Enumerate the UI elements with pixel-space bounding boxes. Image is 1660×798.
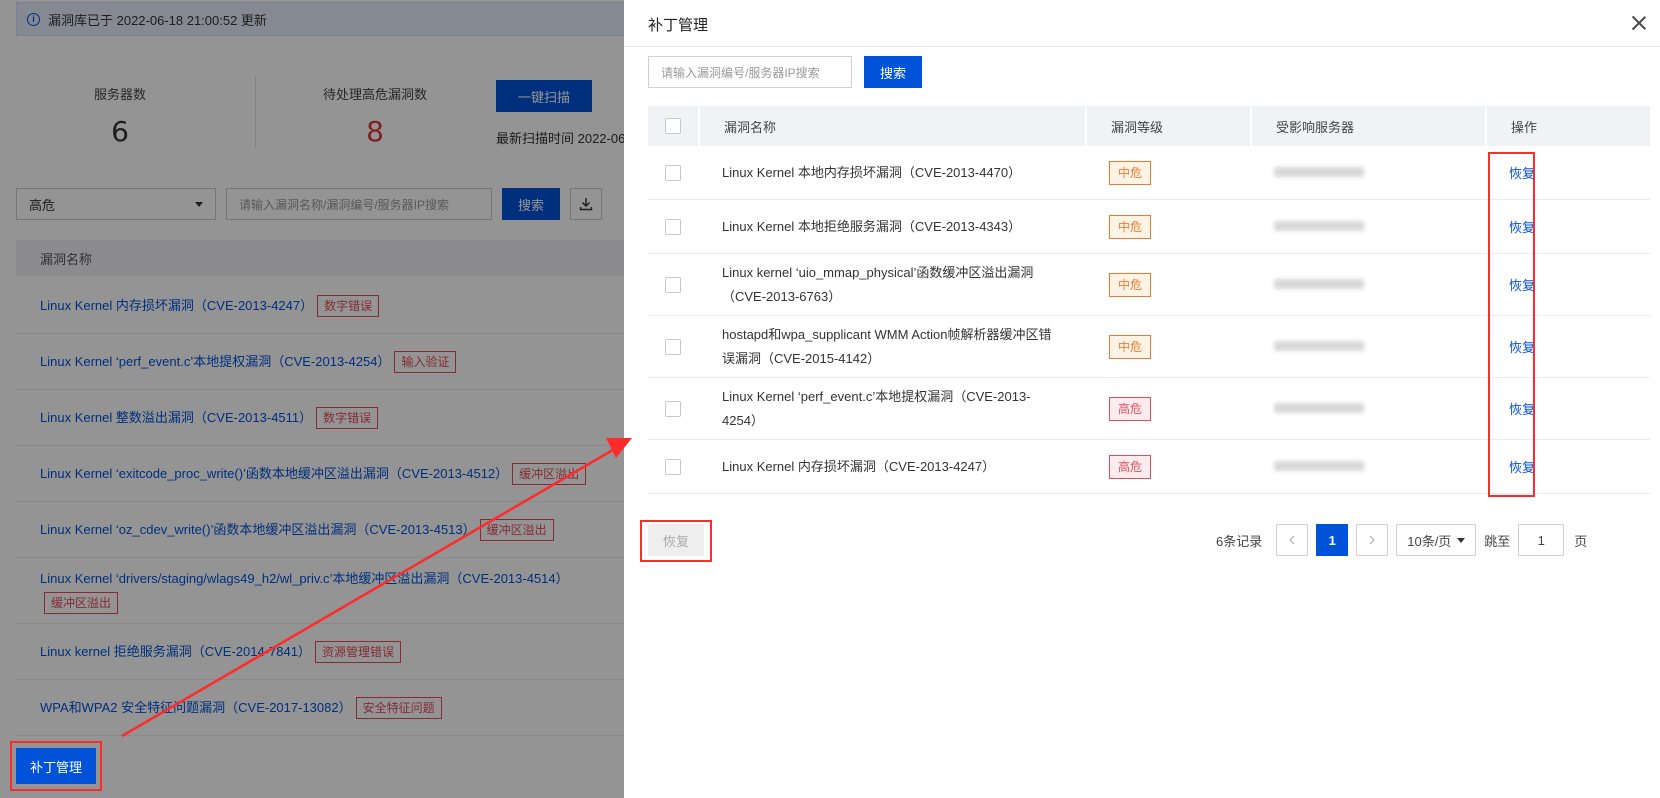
row-checkbox[interactable] (665, 400, 681, 417)
severity-badge: 中危 (1109, 272, 1152, 297)
patch-vuln-name: hostapd和wpa_supplicant WMM Action帧解析器缓冲区… (722, 326, 1052, 366)
divider (624, 46, 1660, 47)
modal-overlay[interactable] (0, 0, 624, 798)
row-checkbox[interactable] (665, 276, 681, 293)
patch-vuln-name: Linux Kernel ‘perf_event.c’本地提权漏洞（CVE-20… (722, 388, 1031, 428)
redacted-server-ip (1274, 341, 1364, 351)
patch-vuln-name: Linux Kernel 本地内存损坏漏洞（CVE-2013-4470） (722, 164, 1022, 180)
severity-badge: 中危 (1109, 334, 1152, 359)
page-size-value: 10条/页 (1407, 533, 1452, 549)
patch-table-header: 漏洞名称 漏洞等级 受影响服务器 操作 (648, 106, 1650, 146)
patch-vuln-name: Linux Kernel 内存损坏漏洞（CVE-2013-4247） (722, 458, 996, 474)
redacted-server-ip (1274, 403, 1364, 413)
redacted-server-ip (1274, 279, 1364, 289)
col-header-op: 操作 (1485, 106, 1650, 146)
col-header-server: 受影响服务器 (1250, 106, 1485, 146)
chevron-left-icon (1289, 535, 1295, 545)
drawer-title: 补丁管理 (648, 17, 709, 34)
chevron-down-icon (1457, 537, 1466, 543)
background-page: i 漏洞库已于 2022-06-18 21:00:52 更新 服务器数 6 待处… (0, 0, 624, 798)
redacted-server-ip (1274, 221, 1364, 231)
prev-page-button[interactable] (1276, 524, 1309, 556)
batch-restore-button[interactable]: 恢复 (648, 524, 704, 556)
severity-badge: 高危 (1109, 454, 1152, 479)
select-all-checkbox[interactable] (665, 118, 681, 134)
redacted-server-ip (1274, 167, 1364, 177)
patch-search-button[interactable]: 搜索 (864, 56, 922, 88)
close-icon[interactable] (1628, 12, 1650, 34)
severity-badge: 高危 (1109, 396, 1152, 421)
row-checkbox[interactable] (665, 218, 681, 235)
patch-vuln-name: Linux Kernel 本地拒绝服务漏洞（CVE-2013-4343） (722, 218, 1022, 234)
next-page-button[interactable] (1356, 524, 1389, 556)
col-header-level: 漏洞等级 (1085, 106, 1250, 146)
severity-badge: 中危 (1109, 214, 1152, 239)
total-records: 6条记录 (1216, 533, 1263, 549)
jump-page-input[interactable]: 1 (1518, 524, 1565, 556)
restore-column-highlight (1488, 152, 1535, 497)
page-1[interactable]: 1 (1316, 524, 1349, 556)
patch-management-button[interactable]: 补丁管理 (16, 748, 96, 784)
redacted-server-ip (1274, 461, 1364, 471)
pagination: 6条记录 1 10条/页 跳至 1 页 (1216, 524, 1587, 556)
col-header-name: 漏洞名称 (698, 106, 1085, 146)
row-checkbox[interactable] (665, 458, 681, 475)
chevron-right-icon (1369, 535, 1376, 545)
jump-label: 跳至 (1484, 533, 1511, 549)
patch-vuln-name: Linux kernel ‘uio_mmap_physical’函数缓冲区溢出漏… (722, 264, 1034, 304)
page-suffix: 页 (1574, 533, 1588, 549)
row-checkbox[interactable] (665, 164, 681, 181)
patch-search-input[interactable]: 请输入漏洞编号/服务器IP搜索 (648, 56, 852, 88)
severity-badge: 中危 (1109, 160, 1152, 185)
patch-management-drawer: 补丁管理 请输入漏洞编号/服务器IP搜索 搜索 漏洞名称 漏洞等级 受影响服务器… (624, 0, 1660, 798)
page-size-select[interactable]: 10条/页 (1396, 524, 1477, 556)
row-checkbox[interactable] (665, 338, 681, 355)
